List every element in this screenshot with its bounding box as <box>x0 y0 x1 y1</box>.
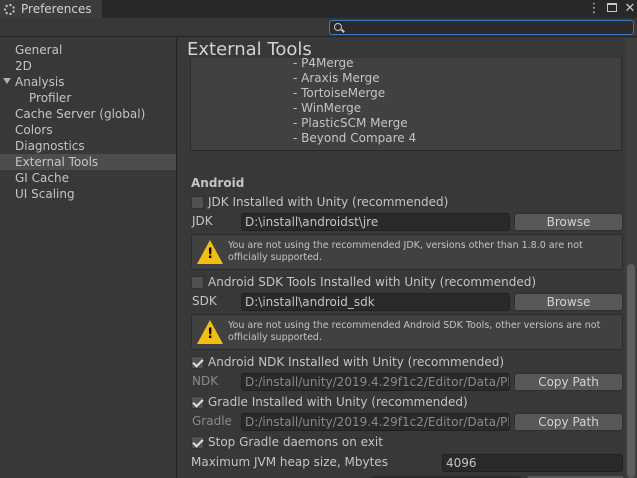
list-item: - Araxis Merge <box>293 71 380 85</box>
sdk-path-field[interactable]: D:\install\android_sdk <box>241 293 510 311</box>
sidebar-item-2d[interactable]: 2D <box>0 58 176 74</box>
sidebar-item-analysis[interactable]: Analysis <box>0 74 176 90</box>
ndk-copy-path-button[interactable]: Copy Path <box>514 373 623 391</box>
sdk-browse-button[interactable]: Browse <box>514 293 623 311</box>
gradle-checkbox[interactable] <box>191 395 204 409</box>
main-panel: External Tools - P4Merge - Araxis Merge … <box>178 38 637 478</box>
ndk-label: NDK <box>192 374 219 388</box>
sidebar-item-general[interactable]: General <box>0 42 176 58</box>
sdk-checkbox-label: Android SDK Tools Installed with Unity (… <box>208 275 537 289</box>
ndk-checkbox[interactable] <box>191 355 204 369</box>
ndk-path-field: D:/install/unity/2019.4.29f1c2/Editor/Da… <box>241 373 510 391</box>
gradle-checkbox-label: Gradle Installed with Unity (recommended… <box>208 395 468 409</box>
window-tab[interactable]: Preferences <box>0 0 102 18</box>
heap-size-label: Maximum JVM heap size, Mbytes <box>191 455 388 469</box>
stop-gradle-checkbox-label: Stop Gradle daemons on exit <box>208 435 383 449</box>
jdk-path-field[interactable]: D:\install\androidst\jre <box>241 213 510 231</box>
search-bar <box>0 18 637 37</box>
heap-size-field[interactable]: 4096 <box>442 454 623 472</box>
jdk-checkbox[interactable] <box>191 195 204 209</box>
sidebar-item-gi-cache[interactable]: GI Cache <box>0 170 176 186</box>
jdk-browse-button[interactable]: Browse <box>514 213 623 231</box>
scrollbar-thumb[interactable] <box>627 264 635 478</box>
window-controls: ⋮ ✕ <box>587 1 637 17</box>
clipped-row <box>191 474 623 478</box>
sidebar-item-label: Analysis <box>15 75 65 89</box>
stop-gradle-checkbox[interactable] <box>191 435 204 449</box>
search-icon <box>334 23 342 31</box>
sdk-warning-box: ! You are not using the recommended Andr… <box>191 314 623 350</box>
list-item: - WinMerge <box>293 101 362 115</box>
merge-tools-list: - P4Merge - Araxis Merge - TortoiseMerge… <box>190 56 622 151</box>
list-item: - TortoiseMerge <box>293 86 386 100</box>
foldout-arrow-icon[interactable] <box>3 78 11 84</box>
window-menu-icon[interactable]: ⋮ <box>587 1 601 17</box>
window-title: Preferences <box>21 2 92 16</box>
search-input[interactable] <box>329 20 634 35</box>
list-item: - Beyond Compare 4 <box>293 131 417 145</box>
gradle-copy-path-button[interactable]: Copy Path <box>514 413 623 431</box>
list-item: - P4Merge <box>293 56 354 70</box>
scrollbar[interactable] <box>625 38 637 478</box>
sidebar-item-cache-server[interactable]: Cache Server (global) <box>0 106 176 122</box>
sdk-warning-text: You are not using the recommended Androi… <box>228 320 601 343</box>
sdk-toggle-row[interactable]: Android SDK Tools Installed with Unity (… <box>191 273 536 291</box>
sidebar-item-external-tools[interactable]: External Tools <box>0 154 176 170</box>
jdk-checkbox-label: JDK Installed with Unity (recommended) <box>208 195 449 209</box>
title-bar: Preferences ⋮ ✕ <box>0 0 637 18</box>
jdk-toggle-row[interactable]: JDK Installed with Unity (recommended) <box>191 193 448 211</box>
jdk-label: JDK <box>192 214 213 228</box>
sidebar-item-colors[interactable]: Colors <box>0 122 176 138</box>
stop-gradle-toggle-row[interactable]: Stop Gradle daemons on exit <box>191 433 383 451</box>
sdk-label: SDK <box>192 294 217 308</box>
ndk-toggle-row[interactable]: Android NDK Installed with Unity (recomm… <box>191 353 504 371</box>
android-section-label: Android <box>191 176 245 190</box>
ndk-checkbox-label: Android NDK Installed with Unity (recomm… <box>208 355 505 369</box>
close-icon[interactable]: ✕ <box>623 1 637 17</box>
gradle-toggle-row[interactable]: Gradle Installed with Unity (recommended… <box>191 393 468 411</box>
sidebar-item-ui-scaling[interactable]: UI Scaling <box>0 186 176 202</box>
sidebar: General 2D Analysis Profiler Cache Serve… <box>0 38 177 478</box>
jdk-warning-text: You are not using the recommended JDK, v… <box>228 240 583 263</box>
list-item: - PlasticSCM Merge <box>293 116 408 130</box>
gradle-label: Gradle <box>192 414 232 428</box>
gradle-path-field: D:/install/unity/2019.4.29f1c2/Editor/Da… <box>241 413 510 431</box>
jdk-warning-box: ! You are not using the recommended JDK,… <box>191 234 623 270</box>
sidebar-item-profiler[interactable]: Profiler <box>0 90 176 106</box>
sidebar-item-diagnostics[interactable]: Diagnostics <box>0 138 176 154</box>
sdk-checkbox[interactable] <box>191 275 204 289</box>
gear-icon <box>4 3 15 15</box>
maximize-icon[interactable] <box>605 1 619 17</box>
